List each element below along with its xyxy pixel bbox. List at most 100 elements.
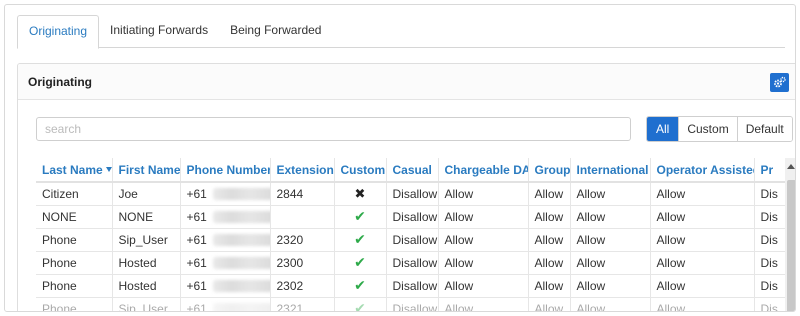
- column-header-phone-number[interactable]: Phone Number: [180, 158, 271, 183]
- cell-intl: Allow: [570, 251, 651, 275]
- search-input[interactable]: [36, 117, 631, 141]
- cell-operator: Allow: [650, 205, 755, 229]
- cell-pr: Dis: [754, 297, 786, 311]
- scroll-up-arrow-icon[interactable]: [787, 164, 795, 169]
- settings-button[interactable]: [770, 73, 789, 92]
- column-header-pr[interactable]: Pr: [754, 158, 786, 183]
- cell-custom: ✔: [334, 205, 387, 229]
- redacted-phone-digits: [212, 233, 269, 246]
- column-header-extension[interactable]: Extension: [270, 158, 335, 183]
- cell-intl: Allow: [570, 228, 651, 252]
- table-header-row: Last Name First Name Phone Number Extens…: [36, 158, 786, 183]
- filter-toggle-group: All Custom Default: [646, 116, 793, 142]
- cell-pr: Dis: [754, 205, 786, 229]
- table-row[interactable]: Phone Sip_User +61 2320 ✔ Disallow Allow Allow A…: [36, 228, 786, 252]
- cell-group: Allow: [528, 274, 571, 298]
- table-row[interactable]: Citizen Joe +61 2844 ✖ Disallow Allow Allow Allo…: [36, 182, 786, 206]
- redacted-phone-digits: [212, 302, 269, 311]
- phone-prefix: +61: [186, 301, 207, 312]
- cell-intl: Allow: [570, 182, 651, 206]
- cell-pr: Dis: [754, 228, 786, 252]
- phone-prefix: +61: [186, 232, 207, 247]
- phone-prefix: +61: [186, 278, 207, 293]
- cell-group: Allow: [528, 182, 571, 206]
- cogs-icon: [774, 76, 786, 88]
- sort-desc-icon: [105, 166, 111, 172]
- panel-header: Originating: [18, 64, 795, 100]
- app-frame: Originating Initiating Forwards Being Fo…: [4, 4, 796, 312]
- check-icon: ✔: [354, 208, 366, 224]
- cell-pr: Dis: [754, 182, 786, 206]
- cell-ext: 2321: [270, 297, 335, 311]
- filter-custom-button[interactable]: Custom: [678, 117, 737, 141]
- cell-first: Hosted: [112, 274, 181, 298]
- cell-last: Phone: [36, 251, 113, 275]
- filter-default-button[interactable]: Default: [736, 117, 792, 141]
- cell-last: Phone: [36, 274, 113, 298]
- column-header-casual[interactable]: Casual: [386, 158, 439, 183]
- cell-pr: Dis: [754, 274, 786, 298]
- column-header-last-name[interactable]: Last Name: [36, 158, 113, 183]
- cross-icon: ✖: [354, 185, 366, 201]
- cell-group: Allow: [528, 297, 571, 311]
- column-header-chargeable-da[interactable]: Chargeable DA: [438, 158, 529, 183]
- cell-ext: 2320: [270, 228, 335, 252]
- cell-operator: Allow: [650, 228, 755, 252]
- table-row[interactable]: Phone Sip_User +61 2321 ✔ Disallow Allow Allow A…: [36, 297, 786, 312]
- cell-casual: Disallow: [386, 205, 439, 229]
- cell-custom: ✔: [334, 228, 387, 252]
- cell-chargeable: Allow: [438, 251, 529, 275]
- cell-phone: +61: [180, 297, 271, 312]
- column-header-custom[interactable]: Custom: [334, 158, 387, 183]
- column-header-operator-assisted[interactable]: Operator Assisted: [650, 158, 755, 183]
- cell-group: Allow: [528, 205, 571, 229]
- cell-ext: [270, 205, 335, 229]
- filter-all-button[interactable]: All: [647, 117, 679, 141]
- cell-chargeable: Allow: [438, 182, 529, 206]
- cell-ext: 2302: [270, 274, 335, 298]
- cell-first: Sip_User: [112, 228, 181, 252]
- cell-operator: Allow: [650, 274, 755, 298]
- cell-casual: Disallow: [386, 228, 439, 252]
- redacted-phone-digits: [212, 279, 269, 292]
- tab-being-forwarded[interactable]: Being Forwarded: [219, 15, 332, 48]
- scrollbar-thumb[interactable]: [787, 180, 795, 311]
- cell-group: Allow: [528, 228, 571, 252]
- column-header-group[interactable]: Group: [528, 158, 571, 183]
- table-row[interactable]: Phone Hosted +61 2300 ✔ Disallow Allow Allow All…: [36, 251, 786, 275]
- cell-ext: 2844: [270, 182, 335, 206]
- cell-custom: ✖: [334, 182, 387, 206]
- cell-operator: Allow: [650, 297, 755, 311]
- column-header-first-name[interactable]: First Name: [112, 158, 181, 183]
- cell-phone: +61: [180, 205, 271, 229]
- check-icon: ✔: [354, 300, 366, 312]
- cell-last: Phone: [36, 228, 113, 252]
- phone-prefix: +61: [186, 255, 207, 270]
- cell-first: NONE: [112, 205, 181, 229]
- redacted-phone-digits: [212, 210, 269, 223]
- tab-initiating-forwards[interactable]: Initiating Forwards: [99, 15, 219, 48]
- cell-custom: ✔: [334, 297, 387, 312]
- cell-phone: +61: [180, 228, 271, 252]
- column-header-international[interactable]: International: [570, 158, 651, 183]
- check-icon: ✔: [354, 277, 366, 293]
- table-scrollbar[interactable]: [785, 158, 795, 311]
- cell-first: Sip_User: [112, 297, 181, 311]
- cell-chargeable: Allow: [438, 205, 529, 229]
- cell-custom: ✔: [334, 274, 387, 298]
- redacted-phone-digits: [212, 187, 269, 200]
- tab-originating[interactable]: Originating: [17, 15, 100, 49]
- cell-custom: ✔: [334, 251, 387, 275]
- cell-operator: Allow: [650, 251, 755, 275]
- cell-chargeable: Allow: [438, 228, 529, 252]
- originating-panel: Originating All Custom Default: [17, 63, 795, 312]
- call-restrictions-table: Last Name First Name Phone Number Extens…: [36, 158, 786, 312]
- cell-casual: Disallow: [386, 297, 439, 311]
- table-body: Citizen Joe +61 2844 ✖ Disallow Allow Allow Allo…: [36, 182, 786, 312]
- phone-prefix: +61: [186, 209, 207, 224]
- table-row[interactable]: NONE NONE +61 ✔ Disallow Allow Allow Allow Allow…: [36, 205, 786, 229]
- table-row[interactable]: Phone Hosted +61 2302 ✔ Disallow Allow Allow All…: [36, 274, 786, 298]
- check-icon: ✔: [354, 254, 366, 270]
- cell-first: Hosted: [112, 251, 181, 275]
- cell-last: NONE: [36, 205, 113, 229]
